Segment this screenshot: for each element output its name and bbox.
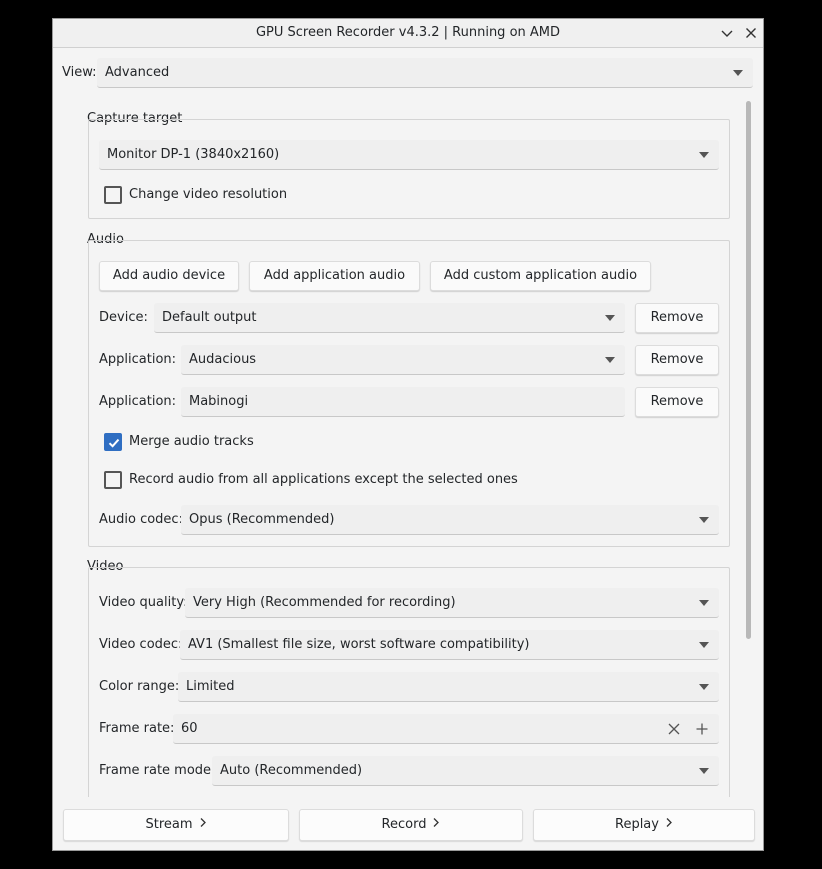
video-codec-label: Video codec: [99, 637, 183, 652]
chevron-down-icon [699, 684, 709, 690]
custom-application-input[interactable]: Mabinogi [181, 387, 625, 417]
plus-icon[interactable] [695, 722, 709, 736]
clear-icon[interactable] [667, 722, 681, 736]
color-range-select[interactable]: Limited [178, 672, 719, 702]
record-except-label: Record audio from all applications excep… [129, 472, 518, 487]
capture-target-select[interactable]: Monitor DP-1 (3840x2160) [99, 140, 719, 170]
application-label: Application: [99, 352, 177, 367]
video-quality-select[interactable]: Very High (Recommended for recording) [185, 588, 719, 618]
chevron-down-icon [699, 152, 709, 158]
stream-button-label: Stream [145, 817, 193, 832]
chevron-down-icon [605, 315, 615, 321]
frame-rate-spinbox[interactable]: 60 [173, 714, 719, 744]
scrollbar[interactable] [746, 101, 751, 639]
video-quality-value: Very High (Recommended for recording) [193, 595, 456, 610]
application-label: Application: [99, 394, 177, 409]
application-select[interactable]: Audacious [181, 345, 625, 375]
replay-button-label: Replay [615, 817, 659, 832]
remove-custom-application-button[interactable]: Remove [635, 387, 719, 417]
capture-target-value: Monitor DP-1 (3840x2160) [107, 147, 280, 162]
application-select-value: Audacious [189, 352, 257, 367]
audio-codec-select[interactable]: Opus (Recommended) [181, 505, 719, 535]
video-codec-select[interactable]: AV1 (Smallest file size, worst software … [180, 630, 719, 660]
chevron-right-icon [199, 810, 207, 840]
video-codec-value: AV1 (Smallest file size, worst software … [188, 637, 530, 652]
chevron-down-icon [699, 600, 709, 606]
device-select[interactable]: Default output [154, 303, 625, 333]
record-except-checkbox[interactable] [104, 471, 122, 489]
color-range-label: Color range: [99, 679, 180, 694]
stream-button[interactable]: Stream [63, 809, 289, 841]
video-quality-label: Video quality: [99, 595, 188, 610]
window-title: GPU Screen Recorder v4.3.2 | Running on … [255, 25, 561, 40]
chevron-down-icon [699, 768, 709, 774]
view-select[interactable]: Advanced [97, 58, 753, 88]
chevron-right-icon [665, 810, 673, 840]
merge-audio-label: Merge audio tracks [129, 434, 254, 449]
view-select-value: Advanced [105, 65, 170, 80]
frame-rate-mode-select[interactable]: Auto (Recommended) [212, 756, 719, 786]
title-bar[interactable]: GPU Screen Recorder v4.3.2 | Running on … [53, 19, 763, 48]
chevron-down-icon [605, 357, 615, 363]
change-resolution-label: Change video resolution [129, 187, 288, 202]
merge-audio-checkbox[interactable] [104, 433, 122, 451]
record-button[interactable]: Record [299, 809, 523, 841]
frame-rate-mode-label: Frame rate mode: [99, 763, 216, 778]
chevron-down-icon [699, 517, 709, 523]
add-application-audio-button[interactable]: Add application audio [249, 261, 420, 291]
remove-device-button[interactable]: Remove [635, 303, 719, 333]
check-icon [108, 438, 120, 448]
color-range-value: Limited [186, 679, 235, 694]
record-button-label: Record [381, 817, 427, 832]
bottom-bar: Stream Record Replay [53, 797, 763, 850]
remove-application-button[interactable]: Remove [635, 345, 719, 375]
audio-codec-label: Audio codec: [99, 512, 183, 527]
frame-rate-label: Frame rate: [99, 721, 175, 736]
close-icon[interactable] [741, 23, 761, 43]
custom-application-value: Mabinogi [189, 394, 249, 409]
replay-button[interactable]: Replay [533, 809, 755, 841]
frame-rate-mode-value: Auto (Recommended) [220, 763, 363, 778]
chevron-right-icon [432, 810, 440, 840]
audio-codec-value: Opus (Recommended) [189, 512, 335, 527]
app-window: GPU Screen Recorder v4.3.2 | Running on … [52, 18, 764, 851]
change-resolution-checkbox[interactable] [104, 186, 122, 204]
chevron-down-icon [733, 70, 743, 76]
frame-rate-value: 60 [181, 721, 198, 736]
chevron-down-icon [699, 642, 709, 648]
view-label: View: [62, 65, 97, 80]
device-select-value: Default output [162, 310, 257, 325]
minimize-icon[interactable] [717, 23, 737, 43]
device-label: Device: [99, 310, 148, 325]
add-custom-application-audio-button[interactable]: Add custom application audio [430, 261, 651, 291]
add-audio-device-button[interactable]: Add audio device [99, 261, 239, 291]
